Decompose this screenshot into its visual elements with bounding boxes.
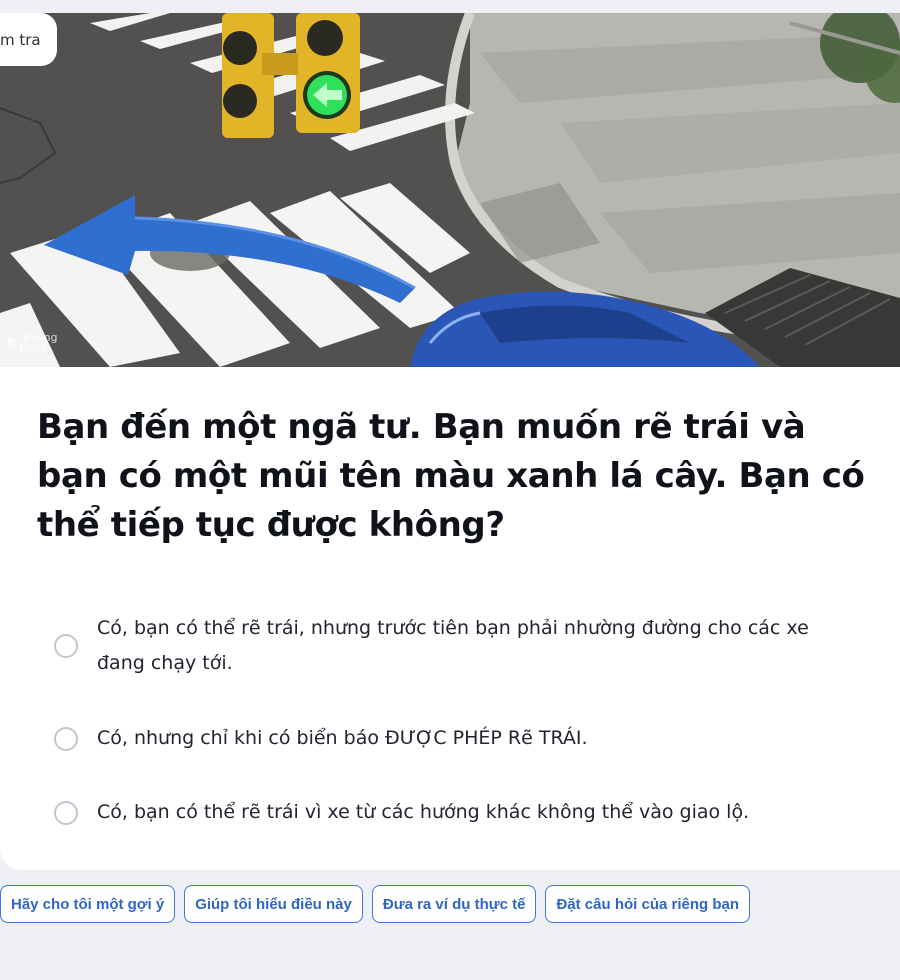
question-text: Bạn đến một ngã tư. Bạn muốn rẽ trái và … bbox=[37, 407, 865, 545]
real-example-button[interactable]: Đưa ra ví dụ thực tế bbox=[371, 885, 537, 923]
watermark-logo: ฮ driving tests bbox=[6, 332, 57, 354]
answer-option[interactable]: Có, bạn có thể rẽ trái, nhưng trước tiên… bbox=[54, 611, 837, 681]
radio-circle-icon[interactable] bbox=[54, 800, 78, 825]
answer-option-text: Có, bạn có thể rẽ trái, nhưng trước tiên… bbox=[97, 617, 809, 674]
category-badge: m tra bbox=[0, 13, 57, 66]
help-chips: Hãy cho tôi một gợi ý Giúp tôi hiểu điều… bbox=[0, 885, 751, 923]
question-image: m tra ฮ driving tests bbox=[0, 13, 900, 367]
answer-option[interactable]: Có, bạn có thể rẽ trái vì xe từ các hướn… bbox=[54, 795, 837, 830]
answer-option[interactable]: Có, nhưng chỉ khi có biển báo ĐƯỢC PHÉP … bbox=[54, 721, 837, 756]
explain-button[interactable]: Giúp tôi hiểu điều này bbox=[184, 885, 363, 923]
answer-option-text: Có, nhưng chỉ khi có biển báo ĐƯỢC PHÉP … bbox=[97, 727, 588, 749]
watermark-text: driving tests bbox=[19, 332, 57, 354]
hint-button[interactable]: Hãy cho tôi một gợi ý bbox=[0, 885, 176, 923]
question-card: m tra ฮ driving tests Bạn đến một ngã tư… bbox=[0, 13, 900, 870]
answer-option-text: Có, bạn có thể rẽ trái vì xe từ các hướn… bbox=[97, 801, 750, 823]
intersection-illustration bbox=[0, 13, 900, 367]
ask-question-button[interactable]: Đặt câu hỏi của riêng bạn bbox=[545, 885, 751, 923]
watermark-line2: tests bbox=[19, 341, 47, 354]
driving-tests-logo-icon: ฮ bbox=[6, 333, 17, 353]
category-badge-label: m tra bbox=[0, 30, 41, 49]
radio-circle-icon[interactable] bbox=[54, 634, 78, 658]
radio-circle-icon[interactable] bbox=[54, 726, 78, 751]
